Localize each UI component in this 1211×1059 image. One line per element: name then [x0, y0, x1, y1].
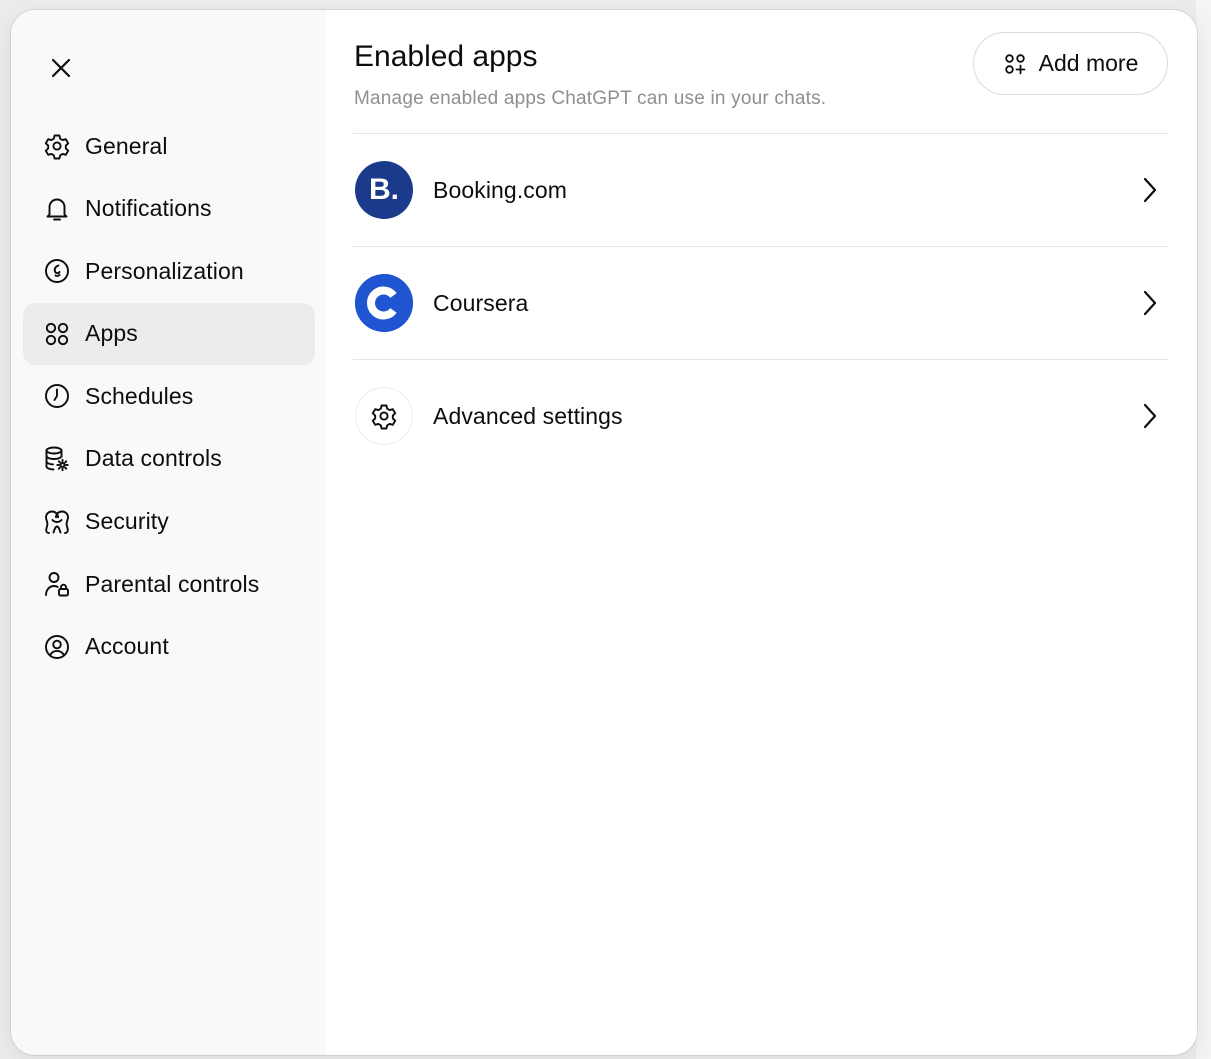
sidebar-item-label: Personalization: [85, 257, 244, 284]
sidebar-item-label: General: [85, 132, 168, 159]
sidebar-item-account[interactable]: Account: [23, 616, 315, 678]
account-icon: [42, 632, 72, 662]
sidebar-item-label: Security: [85, 508, 169, 535]
enabled-apps-list: B. Booking.com Coursera Advanced setting…: [353, 133, 1168, 472]
sidebar-item-schedules[interactable]: Schedules: [23, 365, 315, 427]
coursera-logo: [355, 274, 413, 332]
sidebar-item-general[interactable]: General: [23, 115, 315, 177]
app-name: Booking.com: [433, 176, 568, 203]
parental-icon: [42, 569, 72, 599]
sidebar-item-label: Account: [85, 633, 169, 660]
sidebar-item-notifications[interactable]: Notifications: [23, 178, 315, 240]
bell-icon: [42, 194, 72, 224]
sidebar-item-apps[interactable]: Apps: [23, 302, 315, 365]
chevron-right-icon: [1138, 289, 1162, 317]
chevron-right-icon: [1138, 176, 1162, 204]
booking-logo: B.: [355, 161, 413, 219]
sidebar-item-label: Notifications: [85, 195, 212, 222]
page-title: Enabled apps: [354, 40, 538, 73]
app-row-booking[interactable]: B. Booking.com: [353, 133, 1168, 246]
settings-sidebar: General Notifications Personalization Ap…: [11, 10, 326, 1055]
database-settings-icon: [42, 444, 72, 474]
sidebar-item-parental-controls[interactable]: Parental controls: [23, 553, 315, 615]
clock-icon: [42, 381, 72, 411]
gear-icon: [42, 131, 72, 161]
apps-add-icon: [1003, 52, 1027, 76]
sidebar-item-label: Apps: [85, 320, 138, 347]
personalization-icon: [42, 256, 72, 286]
sidebar-item-label: Parental controls: [85, 570, 260, 597]
page-subtitle: Manage enabled apps ChatGPT can use in y…: [354, 88, 827, 109]
add-more-label: Add more: [1038, 50, 1139, 76]
sidebar-item-label: Schedules: [85, 382, 194, 409]
app-name: Coursera: [433, 289, 529, 316]
add-more-button[interactable]: Add more: [973, 32, 1168, 95]
apps-grid-icon: [42, 319, 72, 349]
close-icon: [51, 58, 71, 78]
sidebar-item-label: Data controls: [85, 445, 222, 472]
advanced-settings-row[interactable]: Advanced settings: [353, 359, 1168, 472]
security-icon: [42, 507, 72, 537]
advanced-settings-label: Advanced settings: [433, 402, 623, 429]
backdrop: [1196, 0, 1211, 1059]
chevron-right-icon: [1138, 402, 1162, 430]
close-button[interactable]: [41, 48, 81, 88]
sidebar-item-personalization[interactable]: Personalization: [23, 240, 315, 302]
settings-nav: General Notifications Personalization Ap…: [23, 115, 315, 678]
gear-icon: [355, 387, 413, 445]
settings-modal: General Notifications Personalization Ap…: [11, 10, 1197, 1055]
app-row-coursera[interactable]: Coursera: [353, 246, 1168, 359]
sidebar-item-data-controls[interactable]: Data controls: [23, 428, 315, 490]
sidebar-item-security[interactable]: Security: [23, 491, 315, 553]
main-panel: Enabled apps Manage enabled apps ChatGPT…: [353, 10, 1168, 1055]
